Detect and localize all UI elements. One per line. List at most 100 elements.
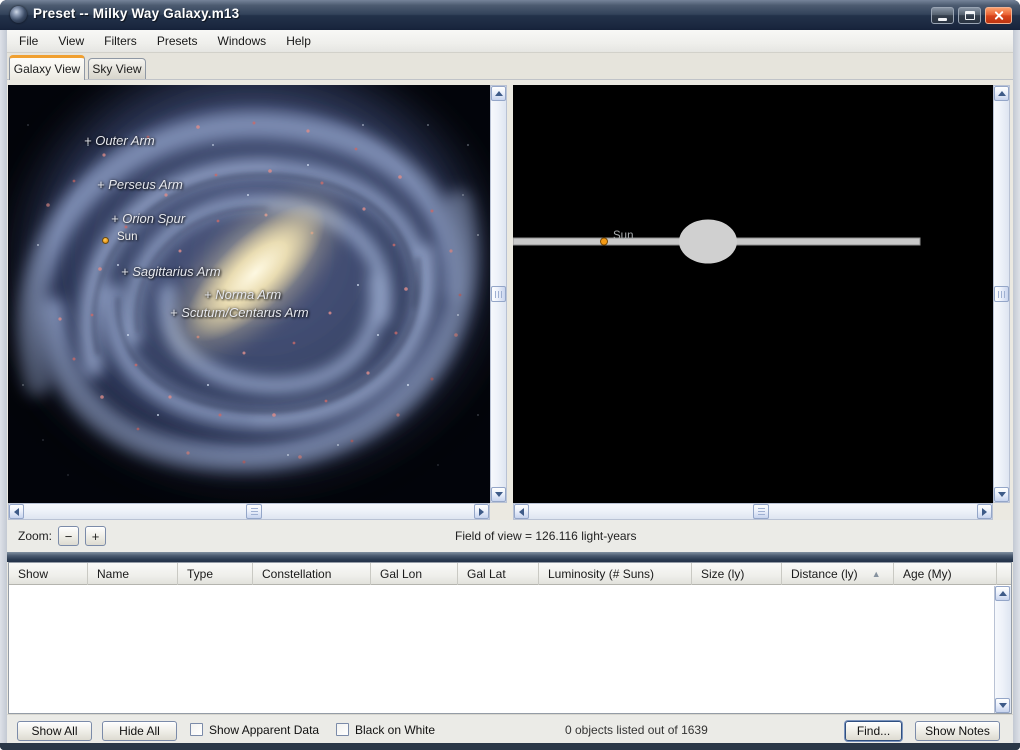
grip-icon (998, 291, 1005, 298)
scroll-down-button[interactable] (994, 487, 1009, 502)
close-icon (993, 10, 1004, 21)
window-controls (931, 7, 1012, 24)
scroll-left-icon (14, 508, 19, 516)
scroll-thumb[interactable] (753, 504, 769, 519)
scroll-thumb[interactable] (246, 504, 262, 519)
tab-galaxy-view[interactable]: Galaxy View (9, 55, 85, 80)
scroll-down-icon (495, 492, 503, 497)
grip-icon (495, 291, 502, 298)
galaxy-label-sagittarius-arm: + Sagittarius Arm (121, 264, 221, 279)
show-notes-button[interactable]: Show Notes (915, 721, 1000, 741)
grip-icon (251, 508, 258, 515)
scroll-left-icon (519, 508, 524, 516)
tab-sky-view[interactable]: Sky View (88, 58, 146, 79)
scroll-down-button[interactable] (995, 698, 1010, 713)
maximize-button[interactable] (958, 7, 981, 24)
close-button[interactable] (985, 7, 1012, 24)
table-vertical-scrollbar[interactable] (994, 586, 1011, 713)
galaxy-label-norma-arm: + Norma Arm (204, 287, 281, 302)
menu-file[interactable]: File (9, 31, 48, 51)
column-size[interactable]: Size (ly) (692, 563, 782, 585)
scroll-right-button[interactable] (977, 504, 992, 519)
sun-marker (102, 237, 109, 244)
scroll-left-button[interactable] (9, 504, 24, 519)
find-button[interactable]: Find... (845, 721, 902, 741)
menu-help[interactable]: Help (276, 31, 321, 51)
scroll-up-icon (999, 591, 1007, 596)
galaxy-label-perseus-arm: + Perseus Arm (97, 177, 183, 192)
maximize-icon (965, 11, 975, 20)
edge-vertical-scrollbar[interactable] (993, 85, 1010, 503)
column-stub (997, 563, 1011, 585)
scroll-thumb[interactable] (491, 286, 506, 302)
app-window: Preset -- Milky Way Galaxy.m13 File View… (0, 0, 1020, 750)
sun-marker-edge (601, 238, 608, 245)
scroll-up-icon (998, 91, 1006, 96)
column-show[interactable]: Show (9, 563, 88, 585)
grip-icon (758, 508, 765, 515)
scroll-thumb[interactable] (994, 286, 1009, 302)
galaxy-label-outer-arm: + Outer Arm (84, 133, 155, 148)
column-luminosity[interactable]: Luminosity (# Suns) (539, 563, 692, 585)
galaxy-label-orion-spur: + Orion Spur (111, 211, 185, 226)
menu-windows[interactable]: Windows (208, 31, 277, 51)
horizontal-splitter[interactable] (7, 552, 1013, 562)
scroll-down-icon (998, 492, 1006, 497)
scroll-right-button[interactable] (474, 504, 489, 519)
zoom-label: Zoom: (18, 529, 52, 543)
galaxy-label-scutum-centarus-arm: + Scutum/Centarus Arm (170, 305, 309, 320)
column-name[interactable]: Name (88, 563, 178, 585)
column-constellation[interactable]: Constellation (253, 563, 371, 585)
footer-bar: Show All Hide All Show Apparent Data Bla… (7, 714, 1013, 743)
window-border-right (1013, 30, 1020, 743)
window-border-bottom (0, 743, 1020, 750)
field-of-view-text: Field of view = 126.116 light-years (455, 529, 637, 543)
galaxy-horizontal-scrollbar[interactable] (8, 503, 490, 520)
table-header: Show Name Type Constellation Gal Lon Gal… (9, 563, 1011, 585)
black-on-white-label[interactable]: Black on White (355, 723, 435, 737)
edge-horizontal-scrollbar[interactable] (513, 503, 993, 520)
column-distance[interactable]: Distance (ly)▲ (782, 563, 894, 585)
zoom-out-button[interactable]: − (58, 526, 79, 546)
object-table: Show Name Type Constellation Gal Lon Gal… (8, 562, 1012, 714)
window-border-left (0, 30, 7, 743)
tab-galaxy-view-label: Galaxy View (14, 62, 80, 76)
show-all-button[interactable]: Show All (17, 721, 92, 741)
titlebar[interactable]: Preset -- Milky Way Galaxy.m13 (0, 0, 1020, 30)
scroll-down-button[interactable] (491, 487, 506, 502)
scroll-right-icon (982, 508, 987, 516)
scroll-right-icon (479, 508, 484, 516)
menu-view[interactable]: View (48, 31, 94, 51)
app-icon (10, 6, 27, 23)
table-body[interactable] (9, 585, 1011, 713)
column-gal-lon[interactable]: Gal Lon (371, 563, 458, 585)
column-type[interactable]: Type (178, 563, 253, 585)
zoom-in-button[interactable]: + (85, 526, 106, 546)
scroll-left-button[interactable] (514, 504, 529, 519)
hide-all-button[interactable]: Hide All (102, 721, 177, 741)
galactic-bulge-edge (679, 220, 737, 264)
galaxy-view-canvas[interactable]: + Outer Arm + Perseus Arm + Orion Spur S… (8, 85, 490, 503)
tab-sky-view-label: Sky View (92, 62, 141, 76)
show-apparent-data-checkbox[interactable] (190, 723, 203, 736)
zoom-bar: Zoom: − + Field of view = 126.116 light-… (7, 520, 1013, 552)
minimize-button[interactable] (931, 7, 954, 24)
sky-edge-canvas[interactable]: Sun (513, 85, 993, 503)
menu-bar: File View Filters Presets Windows Help (7, 30, 1013, 53)
menu-filters[interactable]: Filters (94, 31, 147, 51)
edge-on-galaxy-image (513, 85, 993, 503)
sort-ascending-icon: ▲ (872, 569, 881, 579)
galaxy-vertical-scrollbar[interactable] (490, 85, 507, 503)
scroll-up-button[interactable] (994, 86, 1009, 101)
menu-presets[interactable]: Presets (147, 31, 208, 51)
column-gal-lat[interactable]: Gal Lat (458, 563, 539, 585)
black-on-white-checkbox[interactable] (336, 723, 349, 736)
column-age[interactable]: Age (My) (894, 563, 997, 585)
scroll-up-button[interactable] (491, 86, 506, 101)
scroll-down-icon (999, 703, 1007, 708)
scroll-up-button[interactable] (995, 586, 1010, 601)
window-title: Preset -- Milky Way Galaxy.m13 (33, 6, 239, 21)
show-apparent-data-label[interactable]: Show Apparent Data (209, 723, 319, 737)
sun-label: Sun (117, 231, 137, 243)
minimize-icon (938, 18, 947, 21)
